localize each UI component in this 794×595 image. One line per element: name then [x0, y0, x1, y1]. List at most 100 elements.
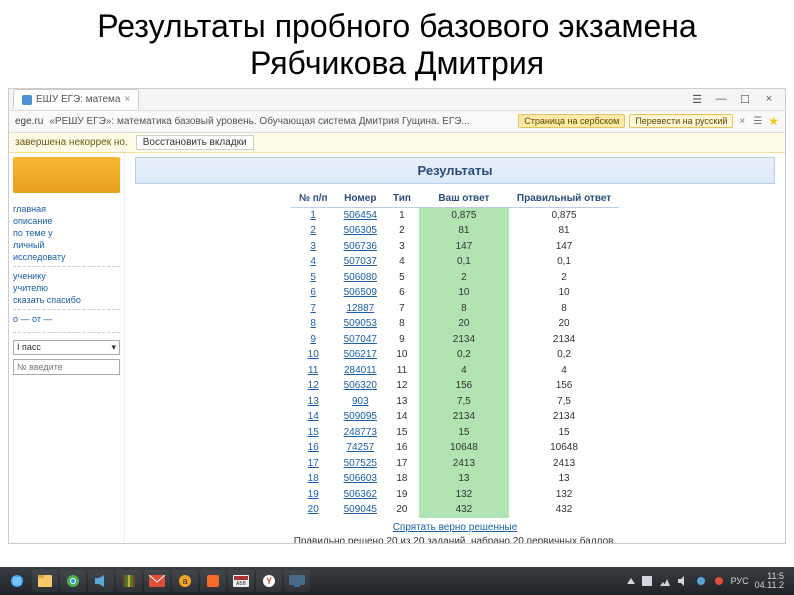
taskbar-app-display[interactable]: [284, 570, 310, 592]
tray-language[interactable]: РУС: [731, 576, 749, 586]
translate-options-icon[interactable]: ☰: [751, 116, 764, 127]
hide-solved-link[interactable]: Спрятать верно решенные: [135, 522, 775, 533]
cell-task-number[interactable]: 506736: [336, 239, 385, 255]
cell-task-number[interactable]: 12887: [336, 301, 385, 317]
cell-task-number[interactable]: 903: [336, 394, 385, 410]
taskbar-app-chrome[interactable]: [60, 570, 86, 592]
cell-task-number[interactable]: 248773: [336, 425, 385, 441]
cell-type: 4: [385, 254, 419, 270]
taskbar-app-browser2[interactable]: [200, 570, 226, 592]
taskbar-app-yandex[interactable]: Y: [256, 570, 282, 592]
cell-task-number[interactable]: 506603: [336, 471, 385, 487]
translate-detected-button[interactable]: Страница на сербском: [518, 114, 625, 128]
results-table: № п/пНомерТипВаш ответПравильный ответ 1…: [291, 190, 619, 518]
cell-index[interactable]: 6: [291, 285, 336, 301]
cell-index[interactable]: 16: [291, 440, 336, 456]
column-header: Ваш ответ: [419, 190, 509, 208]
tray-flag-icon[interactable]: [641, 575, 653, 587]
cell-task-number[interactable]: 506454: [336, 207, 385, 223]
tray-clock[interactable]: 11:5 04.11.2: [755, 572, 784, 590]
tray-volume-icon[interactable]: [677, 575, 689, 587]
cell-index[interactable]: 15: [291, 425, 336, 441]
cell-index[interactable]: 3: [291, 239, 336, 255]
cell-type: 16: [385, 440, 419, 456]
cell-task-number[interactable]: 506362: [336, 487, 385, 503]
cell-type: 9: [385, 332, 419, 348]
tray-overflow-icon[interactable]: [627, 578, 635, 584]
cell-task-number[interactable]: 74257: [336, 440, 385, 456]
cell-task-number[interactable]: 509095: [336, 409, 385, 425]
taskbar-app-archive[interactable]: [116, 570, 142, 592]
cell-correct-answer: 81: [509, 223, 619, 239]
start-button[interactable]: [4, 570, 30, 592]
cell-task-number[interactable]: 506217: [336, 347, 385, 363]
cell-index[interactable]: 17: [291, 456, 336, 472]
sidebar-link[interactable]: по теме у: [13, 227, 120, 239]
cell-index[interactable]: 1: [291, 207, 336, 223]
cell-task-number[interactable]: 506080: [336, 270, 385, 286]
tray-network-icon[interactable]: [659, 575, 671, 587]
cell-type: 15: [385, 425, 419, 441]
cell-index[interactable]: 10: [291, 347, 336, 363]
tray-shield-icon[interactable]: [695, 575, 707, 587]
window-menu-icon[interactable]: ☰: [687, 93, 707, 106]
cell-index[interactable]: 9: [291, 332, 336, 348]
taskbar-app-sound[interactable]: [88, 570, 114, 592]
cell-task-number[interactable]: 507037: [336, 254, 385, 270]
translate-action-button[interactable]: Перевести на русский: [629, 114, 733, 128]
window-close-icon[interactable]: ×: [759, 93, 779, 106]
cell-correct-answer: 2134: [509, 332, 619, 348]
cell-task-number[interactable]: 506305: [336, 223, 385, 239]
tab-close-icon[interactable]: ×: [124, 94, 130, 105]
cell-index[interactable]: 5: [291, 270, 336, 286]
sidebar-link[interactable]: о — от —: [13, 313, 120, 325]
cell-type: 12: [385, 378, 419, 394]
divider: [13, 266, 120, 267]
sidebar-link[interactable]: описание: [13, 215, 120, 227]
sidebar-link[interactable]: личный: [13, 239, 120, 251]
cell-task-number[interactable]: 284011: [336, 363, 385, 379]
cell-index[interactable]: 8: [291, 316, 336, 332]
sidebar-link[interactable]: главная: [13, 203, 120, 215]
window-minimize-icon[interactable]: —: [711, 93, 731, 106]
sidebar-link[interactable]: исследовату: [13, 251, 120, 263]
cell-index[interactable]: 2: [291, 223, 336, 239]
cell-task-number[interactable]: 506320: [336, 378, 385, 394]
taskbar-app-mail[interactable]: [144, 570, 170, 592]
cell-task-number[interactable]: 509045: [336, 502, 385, 518]
cell-correct-answer: 15: [509, 425, 619, 441]
sidebar-link[interactable]: ученику: [13, 270, 120, 282]
restore-tabs-button[interactable]: Восстановить вкладки: [136, 135, 254, 150]
sidebar-search-input[interactable]: № введите: [13, 359, 120, 375]
cell-your-answer: 7,5: [419, 394, 509, 410]
cell-task-number[interactable]: 506509: [336, 285, 385, 301]
table-row: 1950636219132132: [291, 487, 619, 503]
cell-task-number[interactable]: 507525: [336, 456, 385, 472]
cell-correct-answer: 2: [509, 270, 619, 286]
translate-close-icon[interactable]: ×: [737, 116, 747, 127]
cell-index[interactable]: 11: [291, 363, 336, 379]
cell-task-number[interactable]: 507047: [336, 332, 385, 348]
bookmark-star-icon[interactable]: ★: [768, 114, 779, 128]
sidebar-select[interactable]: I пасс ▾: [13, 340, 120, 355]
site-logo[interactable]: [13, 157, 120, 193]
taskbar-app-explorer[interactable]: [32, 570, 58, 592]
cell-your-answer: 132: [419, 487, 509, 503]
cell-index[interactable]: 14: [291, 409, 336, 425]
cell-index[interactable]: 4: [291, 254, 336, 270]
tray-update-icon[interactable]: [713, 575, 725, 587]
cell-index[interactable]: 7: [291, 301, 336, 317]
sidebar-link[interactable]: учителю: [13, 282, 120, 294]
cell-index[interactable]: 12: [291, 378, 336, 394]
browser-tab[interactable]: ЕШУ ЕГЭ: матема ×: [13, 89, 139, 109]
cell-index[interactable]: 13: [291, 394, 336, 410]
cell-index[interactable]: 18: [291, 471, 336, 487]
cell-index[interactable]: 19: [291, 487, 336, 503]
taskbar-app-antivirus[interactable]: a: [172, 570, 198, 592]
cell-type: 2: [385, 223, 419, 239]
taskbar-app-keyboard[interactable]: АБВ: [228, 570, 254, 592]
cell-task-number[interactable]: 509053: [336, 316, 385, 332]
window-maximize-icon[interactable]: ☐: [735, 93, 755, 106]
cell-index[interactable]: 20: [291, 502, 336, 518]
sidebar-link[interactable]: сказать спасибо: [13, 294, 120, 306]
